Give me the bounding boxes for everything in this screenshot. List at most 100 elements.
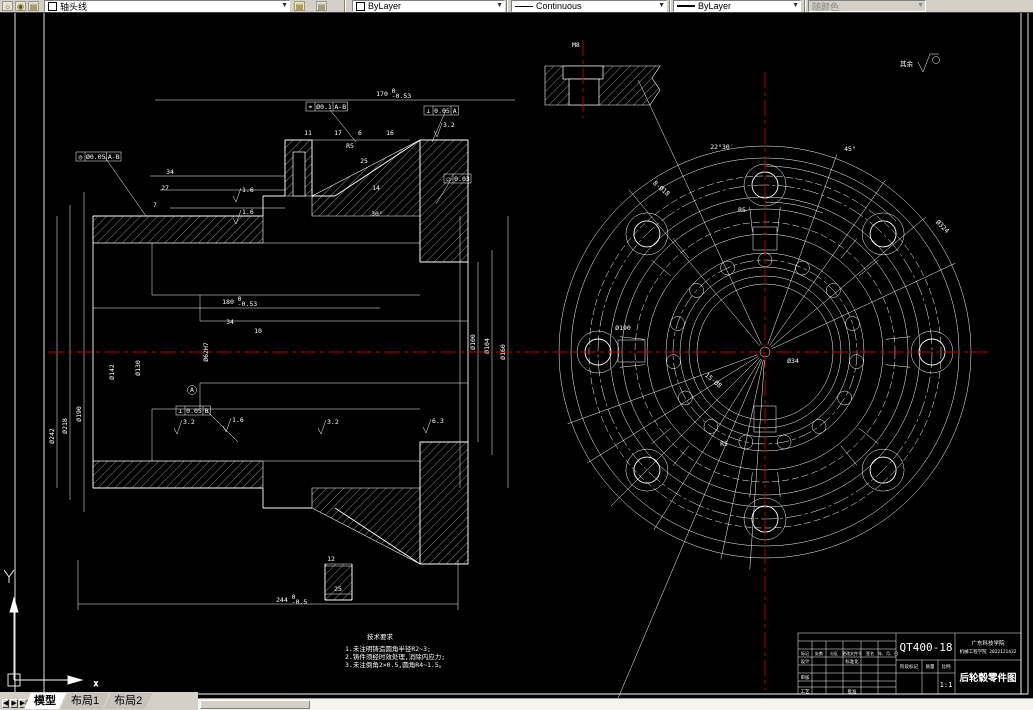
boss-arm xyxy=(749,472,753,498)
surface-note-text: 其余 xyxy=(900,59,914,68)
dim-label: 7 xyxy=(153,201,157,209)
org-line1: 广东科技学院 xyxy=(971,639,1005,647)
detail-view: M8 xyxy=(544,41,661,106)
svg-text:设计: 设计 xyxy=(801,658,810,665)
dim-label: Ø130 xyxy=(134,360,142,376)
svg-text:工艺: 工艺 xyxy=(801,689,810,695)
dim-label: 45° xyxy=(844,145,856,153)
dim-label: 244 xyxy=(276,596,288,604)
org-line2: 机械工程学院 2022121432 xyxy=(960,648,1017,655)
layer-color-swatch xyxy=(48,1,57,11)
finish-mark-value: 1.6 xyxy=(232,416,244,424)
tech-requirements: 技术要求 1.未注明铸造圆角半径R2~3; 2.铸件须经时效处理,消除内应力; … xyxy=(345,632,445,669)
chevron-down-icon[interactable]: ▼ xyxy=(792,2,799,9)
gdt-value: Ø0.05 xyxy=(86,153,106,161)
scrollbar-thumb[interactable] xyxy=(200,700,310,709)
tab-布局1[interactable]: 布局1 xyxy=(61,693,109,709)
layout-tabs: 模型 布局1 布局2 xyxy=(29,693,152,709)
dim-label: Ø100 xyxy=(469,334,477,350)
tab-布局2[interactable]: 布局2 xyxy=(104,693,152,709)
svg-text:处数: 处数 xyxy=(815,650,823,656)
left-view: 170 0-0.5311 17 6 16R5251430°34277180 0-0.533… xyxy=(48,87,515,610)
tolerance-lower: -0.53 xyxy=(238,300,258,308)
radial-line xyxy=(653,358,761,531)
drawing-canvas[interactable]: 170 0 -0.53 11 17 6 16 R5 25 14 30° 34 27 7 180 0 -0.53 3… xyxy=(0,13,1033,707)
boss-arm xyxy=(885,364,911,368)
boss-arm xyxy=(840,445,858,466)
sun-icon[interactable]: ☼ xyxy=(2,1,13,11)
dim-label: 25 xyxy=(334,585,342,593)
horizontal-scrollbar[interactable] xyxy=(198,698,1033,710)
tab-模型[interactable]: 模型 xyxy=(24,693,66,709)
tolerance-lower: -0.53 xyxy=(392,92,412,100)
linetype-dropdown[interactable]: Continuous ▼ xyxy=(511,0,667,12)
toolbar-separator xyxy=(669,0,670,12)
radial-line xyxy=(614,359,763,707)
lineweight-dropdown[interactable]: ByLayer ▼ xyxy=(673,0,801,12)
tolerance-lower: -0.5 xyxy=(292,598,308,606)
drawing-title: 后轮毂零件图 xyxy=(959,672,1016,684)
gdt-datum: B xyxy=(205,407,209,415)
radial-line xyxy=(772,263,956,349)
toolbar-separator xyxy=(804,0,805,12)
dim-label: 11 xyxy=(304,129,312,137)
dim-label: 17 xyxy=(334,129,342,137)
dim-label: Ø242 xyxy=(48,428,56,444)
radial-line xyxy=(586,356,759,464)
gdt-symbol: ○ xyxy=(447,175,451,183)
finish-mark-value: 1.6 xyxy=(242,186,254,194)
small-hole xyxy=(811,419,827,434)
linetype-glyph xyxy=(515,5,533,7)
autocad-window: ☼ ◉ ▤ 轴头线 ▼ ▤ ▤ ByLayer ▼ Continuous ▼ B… xyxy=(0,0,1033,710)
svg-text:年、月、日: 年、月、日 xyxy=(878,650,898,656)
gdt-value: Ø0.1 xyxy=(316,103,332,111)
chevron-down-icon[interactable]: ▼ xyxy=(658,2,665,9)
radial-line xyxy=(749,359,765,570)
chevron-down-icon: ▼ xyxy=(917,2,924,9)
tech-title: 技术要求 xyxy=(367,632,394,641)
boss-arm xyxy=(672,238,690,259)
dim-label: R5 xyxy=(720,440,728,448)
gdt-symbol: ◎ xyxy=(79,153,83,161)
finish-mark-value: 6.3 xyxy=(432,417,444,425)
dim-label: 10 xyxy=(254,327,262,335)
toolbar-separator xyxy=(344,0,345,12)
make-layer-icon[interactable]: ▤ xyxy=(294,1,305,11)
surface-note: 其余 xyxy=(900,53,940,73)
dim-label: Ø190 xyxy=(75,406,83,422)
layers-icon[interactable]: ▤ xyxy=(28,1,39,11)
dim-label: Ø218 xyxy=(61,418,69,434)
finish-mark-icon xyxy=(422,418,432,434)
finish-mark-icon xyxy=(222,417,232,433)
color-swatch xyxy=(356,1,365,11)
previous-layer-icon[interactable]: ▤ xyxy=(316,1,327,11)
ucs-x-label: X xyxy=(94,680,98,688)
finish-mark-value: 3.2 xyxy=(327,418,339,426)
tech-line: 3.未注倒角2×0.5,圆角R4~1.5。 xyxy=(345,660,445,669)
material-code: QT400-18 xyxy=(900,641,953,654)
chevron-down-icon[interactable]: ▼ xyxy=(496,2,503,9)
svg-text:阶段标记: 阶段标记 xyxy=(900,663,918,670)
gdt-datum: A xyxy=(453,107,457,115)
sheet-border xyxy=(14,13,1029,695)
bolt-boss xyxy=(861,212,905,256)
gdt-symbol: ⊥ xyxy=(179,407,183,415)
svg-text:质量: 质量 xyxy=(926,663,935,670)
dim-label: Ø324 xyxy=(934,218,951,235)
color-dropdown[interactable]: ByLayer ▼ xyxy=(352,0,505,12)
tech-line: 2.铸件须经时效处理,消除内应力; xyxy=(345,652,445,661)
tab-nav-button[interactable]: ▶ xyxy=(10,699,18,708)
boss-arm xyxy=(672,445,690,466)
svg-text:审核: 审核 xyxy=(801,674,810,681)
object-properties-toolbar: ☼ ◉ ▤ 轴头线 ▼ ▤ ▤ ByLayer ▼ Continuous ▼ B… xyxy=(0,0,1033,13)
layer-dropdown[interactable]: 轴头线 ▼ xyxy=(44,0,290,12)
plotstyle-value: 随颜色 xyxy=(812,1,840,12)
bulb-icon[interactable]: ◉ xyxy=(15,1,26,11)
tab-nav-button[interactable]: ◀ xyxy=(2,699,10,708)
dim-label: R5 xyxy=(346,142,354,150)
chevron-down-icon[interactable]: ▼ xyxy=(281,2,288,9)
dim-label: 12 xyxy=(327,555,335,563)
dim-label: Ø34 xyxy=(787,357,799,365)
dim-label: 15-Ø8 xyxy=(703,371,723,390)
title-block: QT400-18 广东科技学院 机械工程学院 2022121432 后轮毂零件图… xyxy=(797,632,1022,695)
